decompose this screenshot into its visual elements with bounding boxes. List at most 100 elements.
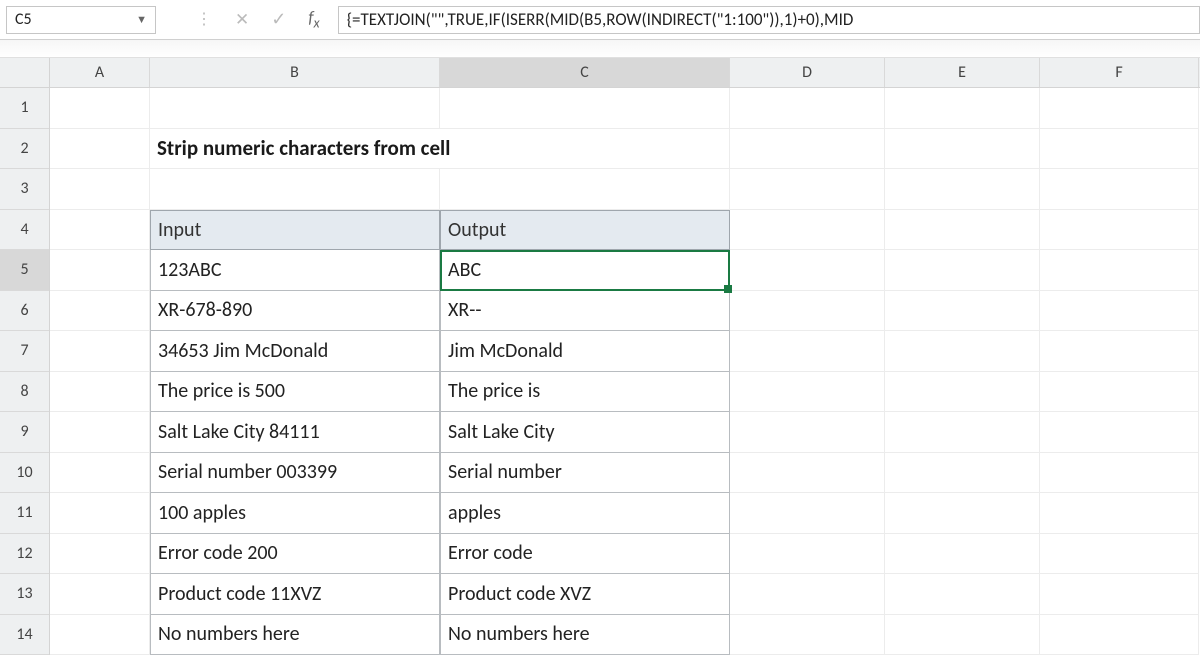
col-header-E[interactable]: E bbox=[885, 58, 1040, 87]
col-header-F[interactable]: F bbox=[1040, 58, 1199, 87]
row-header-7[interactable]: 7 bbox=[0, 331, 49, 372]
cell-D6[interactable] bbox=[730, 291, 885, 332]
cell-C10[interactable]: Serial number bbox=[440, 453, 730, 494]
cell-C6[interactable]: XR-- bbox=[440, 291, 730, 332]
cell-F3[interactable] bbox=[1040, 169, 1199, 210]
cell-D12[interactable] bbox=[730, 534, 885, 575]
cell-A2[interactable] bbox=[50, 129, 150, 170]
cell-E2[interactable] bbox=[885, 129, 1040, 170]
cell-B5[interactable]: 123ABC bbox=[150, 250, 440, 291]
cell-A7[interactable] bbox=[50, 331, 150, 372]
cell-D13[interactable] bbox=[730, 574, 885, 615]
cell-E9[interactable] bbox=[885, 412, 1040, 453]
col-header-B[interactable]: B bbox=[150, 58, 440, 87]
cell-C7[interactable]: Jim McDonald bbox=[440, 331, 730, 372]
cell-F4[interactable] bbox=[1040, 210, 1199, 251]
row-header-5[interactable]: 5 bbox=[0, 250, 49, 291]
row-header-10[interactable]: 10 bbox=[0, 453, 49, 494]
cell-F12[interactable] bbox=[1040, 534, 1199, 575]
chevron-down-icon[interactable]: ▼ bbox=[136, 13, 147, 26]
cell-D1[interactable] bbox=[730, 88, 885, 129]
cell-D8[interactable] bbox=[730, 372, 885, 413]
cell-A4[interactable] bbox=[50, 210, 150, 251]
cell-F7[interactable] bbox=[1040, 331, 1199, 372]
cell-C14[interactable]: No numbers here bbox=[440, 615, 730, 655]
col-header-D[interactable]: D bbox=[730, 58, 885, 87]
cell-C12[interactable]: Error code bbox=[440, 534, 730, 575]
cell-C11[interactable]: apples bbox=[440, 493, 730, 534]
cell-D2[interactable] bbox=[730, 129, 885, 170]
cell-C9[interactable]: Salt Lake City bbox=[440, 412, 730, 453]
cell-F10[interactable] bbox=[1040, 453, 1199, 494]
cell-A1[interactable] bbox=[50, 88, 150, 129]
cell-E14[interactable] bbox=[885, 615, 1040, 655]
cell-B8[interactable]: The price is 500 bbox=[150, 372, 440, 413]
cell-B3[interactable] bbox=[150, 169, 440, 210]
cell-E12[interactable] bbox=[885, 534, 1040, 575]
cell-E6[interactable] bbox=[885, 291, 1040, 332]
cell-E4[interactable] bbox=[885, 210, 1040, 251]
cell-B14[interactable]: No numbers here bbox=[150, 615, 440, 655]
cell-F8[interactable] bbox=[1040, 372, 1199, 413]
cell-F2[interactable] bbox=[1040, 129, 1199, 170]
row-header-3[interactable]: 3 bbox=[0, 169, 49, 210]
row-header-8[interactable]: 8 bbox=[0, 372, 49, 413]
cell-F14[interactable] bbox=[1040, 615, 1199, 655]
row-header-12[interactable]: 12 bbox=[0, 534, 49, 575]
cell-E5[interactable] bbox=[885, 250, 1040, 291]
cell-B1[interactable] bbox=[150, 88, 440, 129]
row-header-13[interactable]: 13 bbox=[0, 574, 49, 615]
cell-F13[interactable] bbox=[1040, 574, 1199, 615]
cell-D9[interactable] bbox=[730, 412, 885, 453]
cell-E7[interactable] bbox=[885, 331, 1040, 372]
cell-B11[interactable]: 100 apples bbox=[150, 493, 440, 534]
cell-F5[interactable] bbox=[1040, 250, 1199, 291]
select-all-corner[interactable] bbox=[0, 58, 50, 88]
cancel-icon[interactable]: ✕ bbox=[235, 9, 249, 30]
cell-C8[interactable]: The price is bbox=[440, 372, 730, 413]
cell-D11[interactable] bbox=[730, 493, 885, 534]
cell-F9[interactable] bbox=[1040, 412, 1199, 453]
cell-D3[interactable] bbox=[730, 169, 885, 210]
row-header-2[interactable]: 2 bbox=[0, 129, 49, 170]
cell-B6[interactable]: XR-678-890 bbox=[150, 291, 440, 332]
confirm-icon[interactable]: ✓ bbox=[271, 8, 286, 30]
cell-C5[interactable]: ABC bbox=[440, 250, 730, 291]
row-header-14[interactable]: 14 bbox=[0, 615, 49, 655]
cell-E13[interactable] bbox=[885, 574, 1040, 615]
cell-A13[interactable] bbox=[50, 574, 150, 615]
cell-A14[interactable] bbox=[50, 615, 150, 655]
cell-C13[interactable]: Product code XVZ bbox=[440, 574, 730, 615]
cell-D7[interactable] bbox=[730, 331, 885, 372]
col-header-A[interactable]: A bbox=[50, 58, 150, 87]
cell-D14[interactable] bbox=[730, 615, 885, 655]
cell-A11[interactable] bbox=[50, 493, 150, 534]
cell-E3[interactable] bbox=[885, 169, 1040, 210]
row-header-9[interactable]: 9 bbox=[0, 412, 49, 453]
cell-E10[interactable] bbox=[885, 453, 1040, 494]
cell-B9[interactable]: Salt Lake City 84111 bbox=[150, 412, 440, 453]
cell-B2-title[interactable]: Strip numeric characters from cell bbox=[150, 129, 730, 170]
cell-F1[interactable] bbox=[1040, 88, 1199, 129]
formula-bar[interactable]: {=TEXTJOIN("",TRUE,IF(ISERR(MID(B5,ROW(I… bbox=[338, 6, 1200, 34]
cell-E11[interactable] bbox=[885, 493, 1040, 534]
cell-F11[interactable] bbox=[1040, 493, 1199, 534]
row-header-1[interactable]: 1 bbox=[0, 88, 49, 129]
cell-A12[interactable] bbox=[50, 534, 150, 575]
cell-B13[interactable]: Product code 11XVZ bbox=[150, 574, 440, 615]
cell-F6[interactable] bbox=[1040, 291, 1199, 332]
cell-A6[interactable] bbox=[50, 291, 150, 332]
name-box[interactable]: C5 ▼ bbox=[6, 6, 156, 34]
col-header-C[interactable]: C bbox=[440, 58, 730, 87]
row-header-11[interactable]: 11 bbox=[0, 493, 49, 534]
cell-B4-header-input[interactable]: Input bbox=[150, 210, 440, 251]
cell-E1[interactable] bbox=[885, 88, 1040, 129]
cell-D10[interactable] bbox=[730, 453, 885, 494]
cell-C1[interactable] bbox=[440, 88, 730, 129]
cell-A10[interactable] bbox=[50, 453, 150, 494]
fx-icon[interactable]: fx bbox=[308, 7, 319, 31]
cell-A5[interactable] bbox=[50, 250, 150, 291]
cell-D4[interactable] bbox=[730, 210, 885, 251]
cell-B12[interactable]: Error code 200 bbox=[150, 534, 440, 575]
cell-C3[interactable] bbox=[440, 169, 730, 210]
